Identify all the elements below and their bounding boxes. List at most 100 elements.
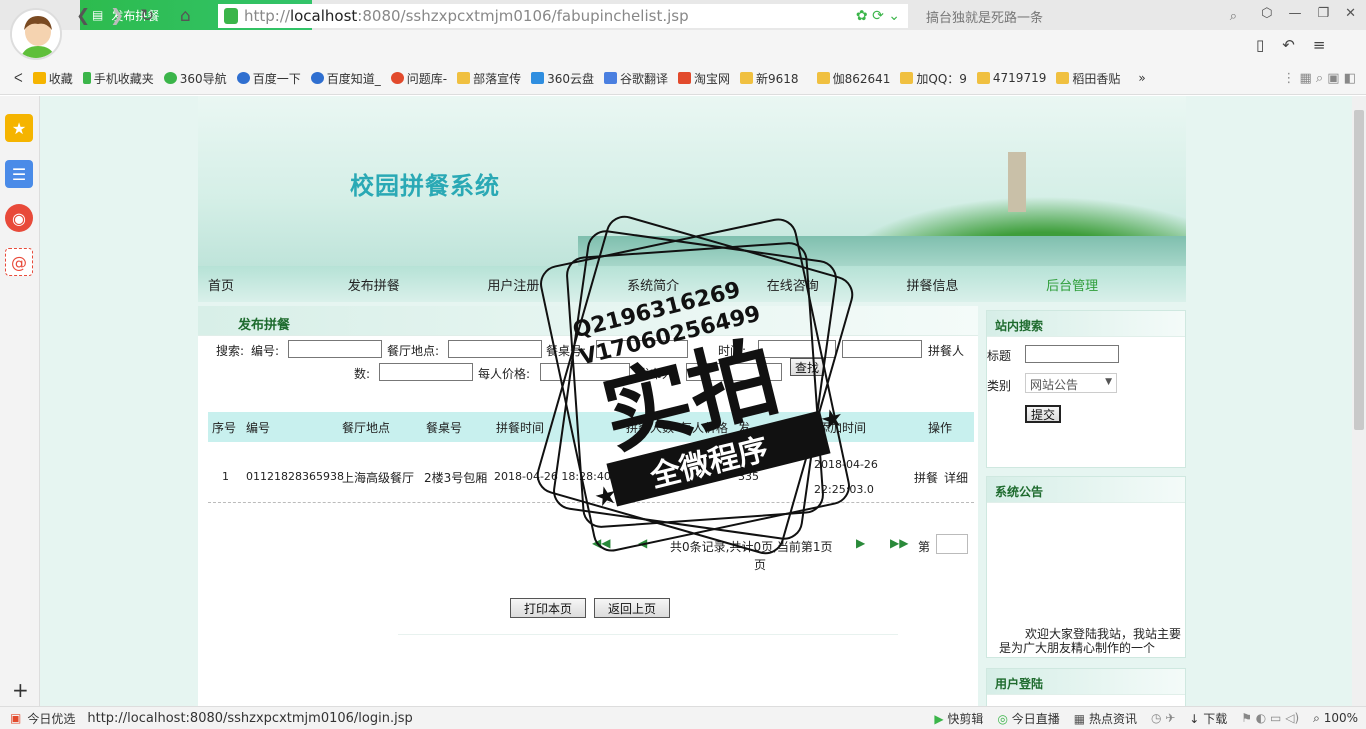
skin-icon[interactable]: ⬡ bbox=[1261, 6, 1272, 21]
search-button[interactable]: 查找 bbox=[790, 358, 824, 376]
next-page-icon[interactable]: ▶ bbox=[856, 536, 865, 550]
canzhuo-input[interactable] bbox=[596, 340, 688, 358]
faburen-input[interactable] bbox=[686, 363, 782, 381]
bookmark-item[interactable]: 360导航 bbox=[163, 70, 227, 87]
add-sidebar-icon[interactable]: + bbox=[12, 678, 29, 702]
print-button[interactable]: 打印本页 bbox=[510, 598, 586, 618]
type-select[interactable]: 网站公告 ▼ bbox=[1025, 373, 1117, 393]
window-controls: ⬡ — ❐ ✕ bbox=[1261, 6, 1356, 21]
search-icon[interactable]: ⌕ bbox=[1230, 9, 1237, 24]
weibo-icon[interactable]: ◉ bbox=[5, 204, 33, 232]
goto-page-input[interactable] bbox=[936, 534, 968, 554]
bookmark-item[interactable]: 手机收藏夹 bbox=[82, 70, 154, 87]
navigation-bar bbox=[0, 30, 1366, 62]
menu-item-admin[interactable]: 后台管理 bbox=[1036, 275, 1176, 294]
col-tianjia: 添加时间 bbox=[818, 420, 867, 435]
address-bar[interactable]: http://localhost:8080/sshzxpcxtmjm0106/f… bbox=[218, 4, 908, 28]
menu-item-consult[interactable]: 在线咨询 bbox=[757, 275, 897, 294]
pin-link[interactable]: 拼餐 bbox=[914, 469, 938, 486]
bookmark-item[interactable]: 新9618 bbox=[740, 70, 799, 87]
didian-input[interactable] bbox=[448, 340, 542, 358]
bookmark-item[interactable]: 淘宝网 bbox=[678, 70, 730, 87]
phone-icon[interactable]: ▯ bbox=[1256, 36, 1264, 54]
first-page-icon[interactable]: ◀◀ bbox=[592, 536, 610, 550]
renshu-input[interactable] bbox=[379, 363, 473, 381]
status-item[interactable]: ◎ 今日直播 bbox=[997, 710, 1059, 727]
menu-item-about[interactable]: 系统简介 bbox=[617, 275, 757, 294]
search-input[interactable]: 搞台独就是死路一条 ⌕ bbox=[918, 4, 1243, 28]
bookmark-item[interactable]: 百度一下 bbox=[236, 70, 301, 87]
type-select-value: 网站公告 bbox=[1030, 378, 1079, 392]
status-misc-icons-2[interactable]: ⚑ ◐ ▭ ◁) bbox=[1241, 711, 1299, 725]
bookmarks-more[interactable]: » bbox=[1138, 71, 1145, 85]
bookmark-item[interactable]: 稻田香贴 bbox=[1056, 70, 1120, 87]
cell-jiage: 335 bbox=[738, 470, 759, 483]
url-path: :8080/sshzxpcxtmjm0106/fabupinchelist.js… bbox=[357, 7, 689, 25]
main-menu: 首页 发布拼餐 用户注册 系统简介 在线咨询 拼餐信息 后台管理 bbox=[198, 266, 1186, 302]
sidebar-toggle-icon[interactable]: ᐸ bbox=[14, 71, 23, 85]
menu-item-home[interactable]: 首页 bbox=[198, 275, 338, 294]
shijian-start-input[interactable] bbox=[758, 340, 836, 358]
shijian-end-input[interactable] bbox=[842, 340, 922, 358]
jiage-input[interactable] bbox=[540, 363, 630, 381]
extensions-icons[interactable]: ⋮ ▦ ⌕ ▣ ◧ bbox=[1282, 71, 1356, 86]
bianhao-input[interactable] bbox=[288, 340, 382, 358]
user-avatar[interactable] bbox=[10, 8, 62, 60]
col-renshu: 拼餐人数 bbox=[626, 420, 675, 435]
bookmark-item[interactable]: 问题库- bbox=[390, 70, 447, 87]
forward-icon[interactable]: ❯ bbox=[110, 6, 124, 26]
page-icon: ▤ bbox=[92, 8, 104, 22]
bookmark-item[interactable]: 收藏 bbox=[32, 70, 73, 87]
menu-item-register[interactable]: 用户注册 bbox=[477, 275, 617, 294]
restore-icon[interactable]: ❐ bbox=[1317, 6, 1329, 21]
cell-tianjia-time: 22:25:03.0 bbox=[814, 483, 874, 496]
bookmark-item[interactable]: 谷歌翻译 bbox=[603, 70, 668, 87]
last-page-icon[interactable]: ▶▶ bbox=[890, 536, 908, 550]
status-promo[interactable]: 今日优选 bbox=[27, 710, 75, 727]
speed-icon[interactable]: ✿ ⟳ ⌄ bbox=[856, 8, 900, 24]
renshu-label-a: 拼餐人 bbox=[928, 344, 965, 358]
home-icon[interactable]: ⌂ bbox=[180, 6, 191, 26]
title-label: 标题 bbox=[987, 349, 1012, 363]
login-title: 用户登陆 bbox=[987, 669, 1185, 695]
live-icon: ◎ bbox=[997, 711, 1008, 726]
bookmark-item[interactable]: 伽862641 bbox=[816, 70, 890, 87]
cell-bianhao: 01121828365938 bbox=[246, 470, 344, 483]
title-input[interactable] bbox=[1025, 345, 1119, 363]
status-tools: ▶ 快剪辑 ◎ 今日直播 ▦ 热点资讯 ◷ ✈ ↓ 下载 ⚑ ◐ ▭ ◁) ⌕ … bbox=[934, 710, 1358, 727]
bianhao-label: 编号: bbox=[251, 344, 280, 358]
bookmark-item[interactable]: 360云盘 bbox=[531, 70, 594, 87]
menu-item-publish[interactable]: 发布拼餐 bbox=[338, 275, 478, 294]
scrollbar-thumb[interactable] bbox=[1354, 110, 1364, 430]
zoom-level[interactable]: ⌕ 100% bbox=[1313, 711, 1358, 726]
bookmark-item[interactable]: 4719719 bbox=[976, 71, 1046, 85]
col-xuhao: 序号 bbox=[212, 420, 237, 435]
status-misc-icons[interactable]: ◷ ✈ bbox=[1151, 711, 1175, 725]
site-title: 校园拼餐系统 bbox=[350, 172, 500, 200]
table-row: 1 01121828365938 上海高级餐厅 2楼3号包厢 2018-04-2… bbox=[208, 456, 974, 496]
site-search-panel: 站内搜索 标题 类别 网站公告 ▼ 提交 bbox=[986, 310, 1186, 468]
status-item[interactable]: ▶ 快剪辑 bbox=[934, 710, 983, 727]
bookmark-item[interactable]: 部落宣传 bbox=[457, 70, 521, 87]
pager-info: 共0条记录,共计0页,当前第1页 bbox=[670, 540, 833, 554]
undo-icon[interactable]: ↶ bbox=[1282, 36, 1295, 54]
detail-link[interactable]: 详细 bbox=[944, 469, 968, 486]
menu-icon[interactable]: ≡ bbox=[1313, 36, 1326, 54]
menu-item-info[interactable]: 拼餐信息 bbox=[896, 275, 1036, 294]
reader-icon[interactable]: ☰ bbox=[5, 160, 33, 188]
back-button[interactable]: 返回上页 bbox=[594, 598, 670, 618]
pager-info-2: 页 bbox=[754, 558, 767, 572]
bookmark-item[interactable]: 加QQ：9 bbox=[900, 70, 967, 87]
reload-icon[interactable]: ↻ bbox=[140, 6, 154, 26]
minimize-icon[interactable]: — bbox=[1288, 6, 1301, 21]
news-icon: ▦ bbox=[1073, 711, 1086, 726]
status-item[interactable]: ▦ 热点资讯 bbox=[1074, 710, 1137, 727]
status-item[interactable]: ↓ 下载 bbox=[1189, 710, 1227, 727]
submit-button[interactable]: 提交 bbox=[1025, 405, 1061, 423]
prev-page-icon[interactable]: ◀ bbox=[638, 536, 647, 550]
email-icon[interactable]: @ bbox=[5, 248, 33, 276]
favorites-star-icon[interactable]: ★ bbox=[5, 114, 33, 142]
close-window-icon[interactable]: ✕ bbox=[1345, 6, 1356, 21]
bookmark-item[interactable]: 百度知道_ bbox=[310, 70, 381, 87]
back-icon[interactable]: ❮ bbox=[76, 6, 90, 26]
